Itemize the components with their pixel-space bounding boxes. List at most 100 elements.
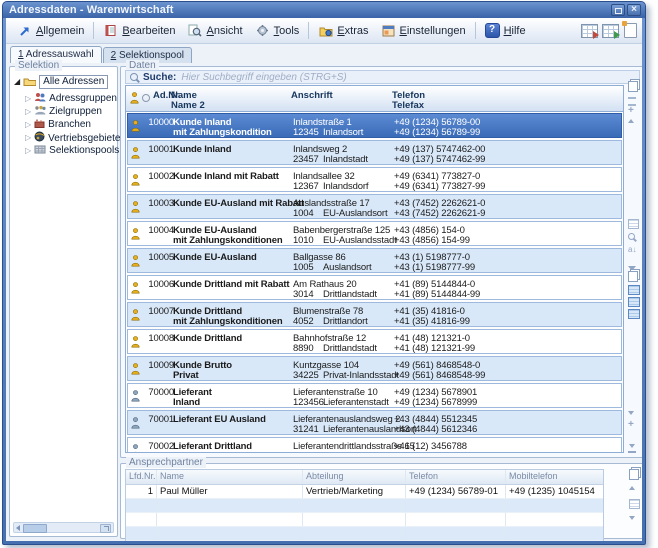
address-table-row[interactable]: 10007 Kunde Drittland mit Zahlungskondit… bbox=[127, 302, 622, 327]
expanded-arrow-icon[interactable]: ◢ bbox=[14, 78, 20, 86]
menu-tools[interactable]: Tools bbox=[249, 21, 306, 41]
cell-zip: 1005 bbox=[293, 262, 314, 273]
go-last-icon[interactable] bbox=[628, 444, 636, 453]
collapsed-arrow-icon[interactable]: ▷ bbox=[25, 95, 31, 103]
new-page-icon[interactable] bbox=[624, 23, 637, 38]
contact-table-row[interactable]: 1 Paul Müller Vertrieb/Marketing +49 (12… bbox=[126, 485, 603, 499]
tree-node-zielgruppen[interactable]: ▷ Zielgruppen bbox=[25, 105, 102, 118]
duplicate-icon[interactable] bbox=[628, 271, 638, 282]
collapsed-arrow-icon[interactable]: ▷ bbox=[25, 108, 31, 116]
address-table-row[interactable]: 10004 Kunde EU-Ausland mit Zahlungskondi… bbox=[127, 221, 622, 246]
cell-adnr: 10001 bbox=[148, 144, 174, 155]
cell-telefax: +43 (4844) 5612346 bbox=[394, 424, 477, 435]
address-table-row[interactable]: 10001 Kunde Inland Inlandsweg 2 23457 In… bbox=[127, 140, 622, 165]
search-rows-icon[interactable] bbox=[628, 233, 635, 240]
cell-telefax: +49 (1234) 5678999 bbox=[394, 397, 477, 408]
resize-grip-icon[interactable] bbox=[100, 524, 111, 533]
scroll-left-icon[interactable] bbox=[16, 525, 20, 531]
tree-node-alle-adressen[interactable]: ◢ Alle Adressen bbox=[14, 75, 108, 89]
list-view-1-icon[interactable] bbox=[628, 285, 640, 295]
tree-node-label: Alle Adressen bbox=[39, 75, 108, 89]
collapsed-arrow-icon[interactable]: ▷ bbox=[25, 147, 31, 155]
cell-city: Inlandsort bbox=[323, 127, 363, 138]
collapsed-arrow-icon[interactable]: ▷ bbox=[25, 134, 31, 142]
contacts-table-header[interactable]: Lfd.Nr. Name Abteilung Telefon Mobiltele… bbox=[126, 470, 603, 485]
tree-node-adressgruppen[interactable]: ▷ Adressgruppen bbox=[25, 92, 117, 105]
scrollbar-thumb[interactable] bbox=[23, 524, 47, 533]
cell-telefax: +43 (4856) 154-99 bbox=[394, 235, 470, 246]
cell-telefon bbox=[405, 527, 505, 540]
address-table-row[interactable]: 10003 Kunde EU-Ausland mit Rabatt Auslan… bbox=[127, 194, 622, 219]
cell-name: Kunde EU-Ausland mit Rabatt bbox=[173, 198, 304, 209]
cell-zip: 31241 bbox=[293, 424, 319, 435]
list-view-2-icon[interactable] bbox=[628, 297, 640, 307]
cell-zip: 3014 bbox=[293, 289, 314, 300]
territories-icon bbox=[34, 131, 45, 145]
sort-icon[interactable] bbox=[628, 246, 636, 254]
cell-name: Kunde Drittland bbox=[173, 333, 242, 344]
contact-table-row[interactable] bbox=[126, 499, 603, 513]
tree-node-branchen[interactable]: ▷ Branchen bbox=[25, 118, 91, 131]
record-grip-icon[interactable] bbox=[629, 499, 640, 509]
extras-folder-icon bbox=[318, 24, 333, 38]
scroll-up-icon[interactable] bbox=[629, 486, 635, 490]
scroll-down-icon[interactable] bbox=[628, 411, 634, 415]
view-magnifier-icon bbox=[188, 24, 203, 38]
menu-allgemein[interactable]: Allgemein bbox=[11, 21, 90, 41]
column-abteilung: Abteilung bbox=[302, 470, 405, 484]
search-input[interactable]: Suche: Hier Suchbegriff eingeben (STRG+S… bbox=[125, 70, 640, 84]
cell-name2: Inland bbox=[173, 397, 200, 408]
horizontal-scrollbar[interactable] bbox=[13, 522, 114, 533]
expand-rows-icon[interactable] bbox=[628, 107, 634, 115]
table-export-icon[interactable] bbox=[581, 24, 598, 38]
cell-telefon: +41 (12) 3456788 bbox=[394, 441, 467, 452]
menu-einstellungen[interactable]: Einstellungen bbox=[375, 21, 472, 41]
cell-name: Lieferant Drittland bbox=[173, 441, 252, 452]
menu-ansicht[interactable]: Ansicht bbox=[182, 21, 249, 41]
restore-icon[interactable] bbox=[611, 4, 625, 16]
cell-lfdnr bbox=[126, 527, 156, 540]
cell-city: Drittlandstadt bbox=[323, 289, 377, 300]
address-table-row[interactable]: 70002 Lieferant Drittland Lieferantendri… bbox=[127, 437, 622, 452]
selection-panel-title: Selektion bbox=[15, 60, 62, 71]
list-view-3-icon[interactable] bbox=[628, 309, 640, 319]
collapsed-arrow-icon[interactable]: ▷ bbox=[25, 121, 31, 129]
cell-abteilung bbox=[302, 513, 405, 526]
contact-table-row[interactable] bbox=[126, 527, 603, 541]
scroll-down-icon[interactable] bbox=[629, 516, 635, 520]
menu-hilfe[interactable]: Hilfe bbox=[479, 21, 532, 41]
address-table-header[interactable]: Ad.Nr. Name Name 2 Anschrift Telefon Tel… bbox=[126, 86, 623, 112]
cell-name: Lieferant EU Ausland bbox=[173, 414, 266, 425]
tree-node-selektionspools[interactable]: ▷ Selektionspools bbox=[25, 144, 119, 157]
cell-telefax: +43 (7452) 2262621-9 bbox=[394, 208, 485, 219]
tree-node-vertriebsgebiete[interactable]: ▷ Vertriebsgebiete bbox=[25, 131, 120, 145]
cell-mobiltelefon bbox=[505, 513, 603, 526]
address-table-row[interactable]: 70000 Lieferant Inland Lieferantenstraße… bbox=[127, 383, 622, 408]
card-view-icon[interactable] bbox=[628, 219, 639, 229]
address-table-row[interactable]: 10009 Kunde Brutto Privat Kuntzgasse 104… bbox=[127, 356, 622, 381]
scroll-up-icon[interactable] bbox=[628, 119, 634, 123]
address-table-row[interactable]: 10008 Kunde Drittland Bahnhofstraße 12 8… bbox=[127, 329, 622, 354]
close-icon[interactable] bbox=[627, 4, 641, 16]
copy-pages-icon[interactable] bbox=[628, 81, 638, 92]
copy-pages-icon[interactable] bbox=[629, 469, 639, 480]
address-table-row[interactable]: 10002 Kunde Inland mit Rabatt Inlandsall… bbox=[127, 167, 622, 192]
address-table-row[interactable]: 10000 Kunde Inland mit Zahlungskondition… bbox=[127, 113, 622, 138]
contact-table-row[interactable] bbox=[126, 513, 603, 527]
menu-bearbeiten[interactable]: Bearbeiten bbox=[97, 21, 181, 41]
add-row-icon[interactable] bbox=[628, 421, 634, 429]
cell-telefax: +43 (1) 5198777-99 bbox=[394, 262, 475, 273]
address-table-row[interactable]: 10005 Kunde EU-Ausland Ballgasse 86 1005… bbox=[127, 248, 622, 273]
address-table-row[interactable]: 10006 Kunde Drittland mit Rabatt Am Rath… bbox=[127, 275, 622, 300]
title-bar[interactable]: Adressdaten - Warenwirtschaft bbox=[3, 2, 645, 18]
search-placeholder: Hier Suchbegriff eingeben (STRG+S) bbox=[181, 72, 346, 83]
table-import-icon[interactable] bbox=[602, 24, 619, 38]
cell-lfdnr bbox=[126, 499, 156, 512]
cell-name2: mit Zahlungskonditionen bbox=[173, 235, 283, 246]
cell-lfdnr: 1 bbox=[126, 485, 156, 498]
menu-extras[interactable]: Extras bbox=[312, 21, 374, 41]
selection-pools-icon bbox=[34, 144, 46, 157]
cell-telefon bbox=[405, 499, 505, 512]
address-table-row[interactable]: 70001 Lieferant EU Ausland Lieferantenau… bbox=[127, 410, 622, 435]
client-area: Allgemein Bearbeiten Ansicht Tools bbox=[6, 18, 642, 541]
